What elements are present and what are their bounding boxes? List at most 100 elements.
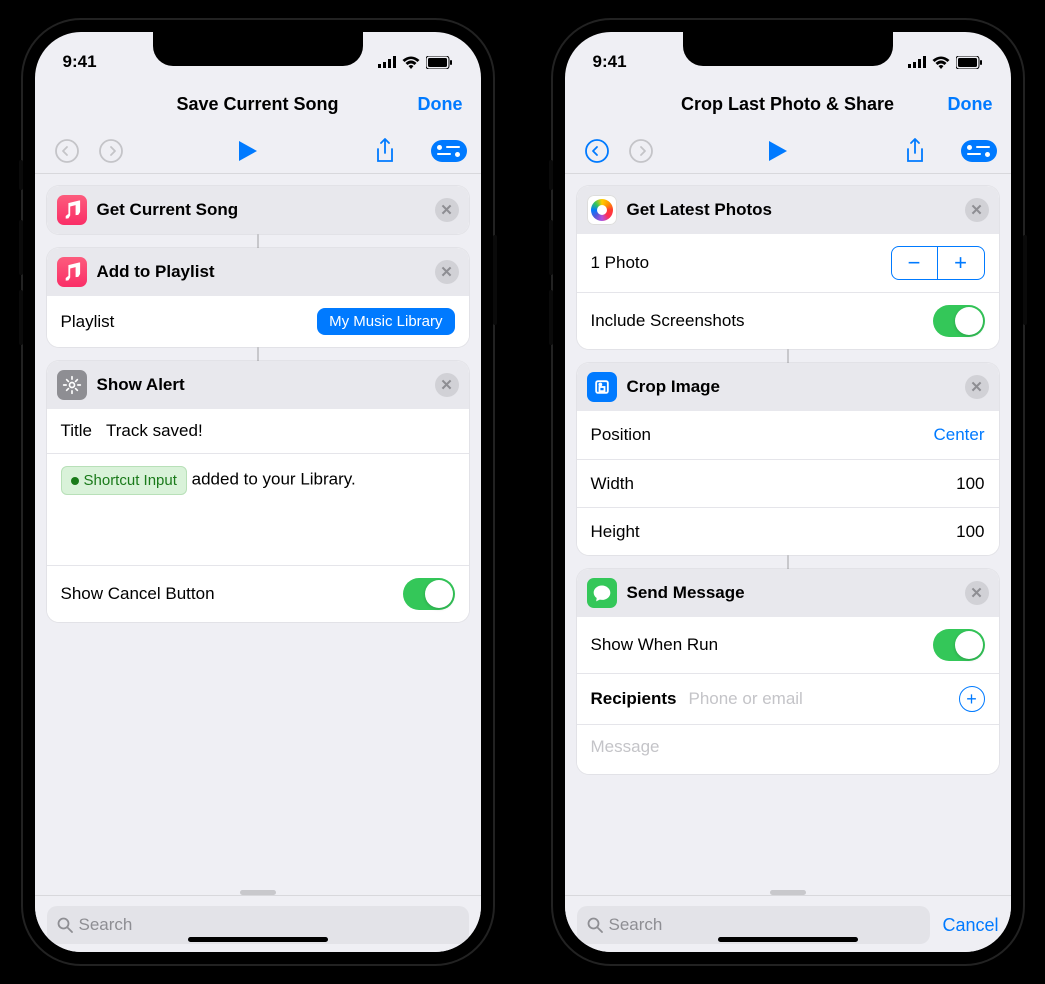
home-indicator[interactable] [188,937,328,942]
page-title: Crop Last Photo & Share [681,94,894,115]
connector [257,234,259,248]
volume-up[interactable] [549,220,553,275]
action-title: Add to Playlist [97,262,425,282]
alert-body-input[interactable]: Shortcut Input added to your Library. [47,453,469,565]
screen: 9:41 Save Current Song Done [35,32,481,952]
show-cancel-label: Show Cancel Button [61,584,215,604]
volume-up[interactable] [19,220,23,275]
include-screenshots-toggle[interactable] [933,305,985,337]
cancel-button[interactable]: Cancel [942,915,998,936]
action-title: Get Latest Photos [627,200,955,220]
gear-icon [57,370,87,400]
cellular-icon [908,56,926,68]
actions-content[interactable]: Get Latest Photos ✕ 1 Photo − + Include … [565,174,1011,884]
home-indicator[interactable] [718,937,858,942]
wifi-icon [402,56,420,69]
search-placeholder: Search [609,915,663,935]
notch [153,32,363,66]
close-icon[interactable]: ✕ [435,373,459,397]
battery-icon [956,56,983,69]
photo-count-stepper[interactable]: − + [891,246,985,280]
phone-left: 9:41 Save Current Song Done [23,20,493,964]
include-screenshots-label: Include Screenshots [591,311,745,331]
music-icon [57,195,87,225]
height-label: Height [591,522,640,542]
page-title: Save Current Song [176,94,338,115]
show-cancel-toggle[interactable] [403,578,455,610]
music-icon [57,257,87,287]
search-icon [57,917,73,933]
power-button[interactable] [493,235,497,325]
settings-button[interactable] [961,140,997,162]
variable-icon [71,477,79,485]
screen: 9:41 Crop Last Photo & Share Done [565,32,1011,952]
width-label: Width [591,474,634,494]
close-icon[interactable]: ✕ [435,260,459,284]
position-value[interactable]: Center [933,425,984,445]
undo-button [49,133,85,169]
close-icon[interactable]: ✕ [965,198,989,222]
photo-count-label: 1 Photo [591,253,650,273]
redo-button [93,133,129,169]
redo-button [623,133,659,169]
play-button[interactable] [760,133,796,169]
action-get-current-song[interactable]: Get Current Song ✕ [47,186,469,234]
actions-content[interactable]: Get Current Song ✕ Add to Playlist ✕ Pla… [35,174,481,884]
search-icon [587,917,603,933]
magic-variable-token[interactable]: Shortcut Input [61,466,187,495]
cellular-icon [378,56,396,68]
mute-switch[interactable] [549,160,553,190]
phone-right: 9:41 Crop Last Photo & Share Done [553,20,1023,964]
stepper-minus[interactable]: − [892,247,938,279]
action-send-message[interactable]: Send Message ✕ Show When Run Recipients … [577,569,999,774]
recipients-placeholder[interactable]: Phone or email [688,689,802,709]
action-get-latest-photos[interactable]: Get Latest Photos ✕ 1 Photo − + Include … [577,186,999,349]
position-label: Position [591,425,651,445]
stepper-plus[interactable]: + [938,247,984,279]
nav-bar: Crop Last Photo & Share Done [565,80,1011,128]
message-placeholder[interactable]: Message [591,737,660,757]
message-icon [587,578,617,608]
action-show-alert[interactable]: Show Alert ✕ Title Track saved! Shortcut… [47,361,469,622]
recipients-label: Recipients [591,689,677,709]
share-button[interactable] [897,133,933,169]
width-value[interactable]: 100 [956,474,984,494]
photos-icon [587,195,617,225]
action-crop-image[interactable]: Crop Image ✕ Position Center Width 100 [577,363,999,555]
done-button[interactable]: Done [948,94,993,115]
search-placeholder: Search [79,915,133,935]
alert-title-label: Title [61,421,93,441]
wifi-icon [932,56,950,69]
toolbar [565,128,1011,174]
action-title: Get Current Song [97,200,425,220]
action-title: Send Message [627,583,955,603]
connector [787,555,789,569]
playlist-label: Playlist [61,312,115,332]
close-icon[interactable]: ✕ [965,581,989,605]
status-time: 9:41 [63,52,97,72]
settings-button[interactable] [431,140,467,162]
battery-icon [426,56,453,69]
mute-switch[interactable] [19,160,23,190]
play-button[interactable] [230,133,266,169]
share-button[interactable] [367,133,403,169]
show-when-run-toggle[interactable] [933,629,985,661]
playlist-value[interactable]: My Music Library [317,308,454,335]
crop-icon [587,372,617,402]
height-value[interactable]: 100 [956,522,984,542]
undo-button[interactable] [579,133,615,169]
toolbar [35,128,481,174]
volume-down[interactable] [19,290,23,345]
volume-down[interactable] [549,290,553,345]
close-icon[interactable]: ✕ [435,198,459,222]
close-icon[interactable]: ✕ [965,375,989,399]
connector [257,347,259,361]
status-time: 9:41 [593,52,627,72]
add-recipient-button[interactable]: + [959,686,985,712]
action-title: Crop Image [627,377,955,397]
notch [683,32,893,66]
action-add-to-playlist[interactable]: Add to Playlist ✕ Playlist My Music Libr… [47,248,469,347]
power-button[interactable] [1023,235,1027,325]
alert-title-value[interactable]: Track saved! [106,421,203,441]
done-button[interactable]: Done [418,94,463,115]
